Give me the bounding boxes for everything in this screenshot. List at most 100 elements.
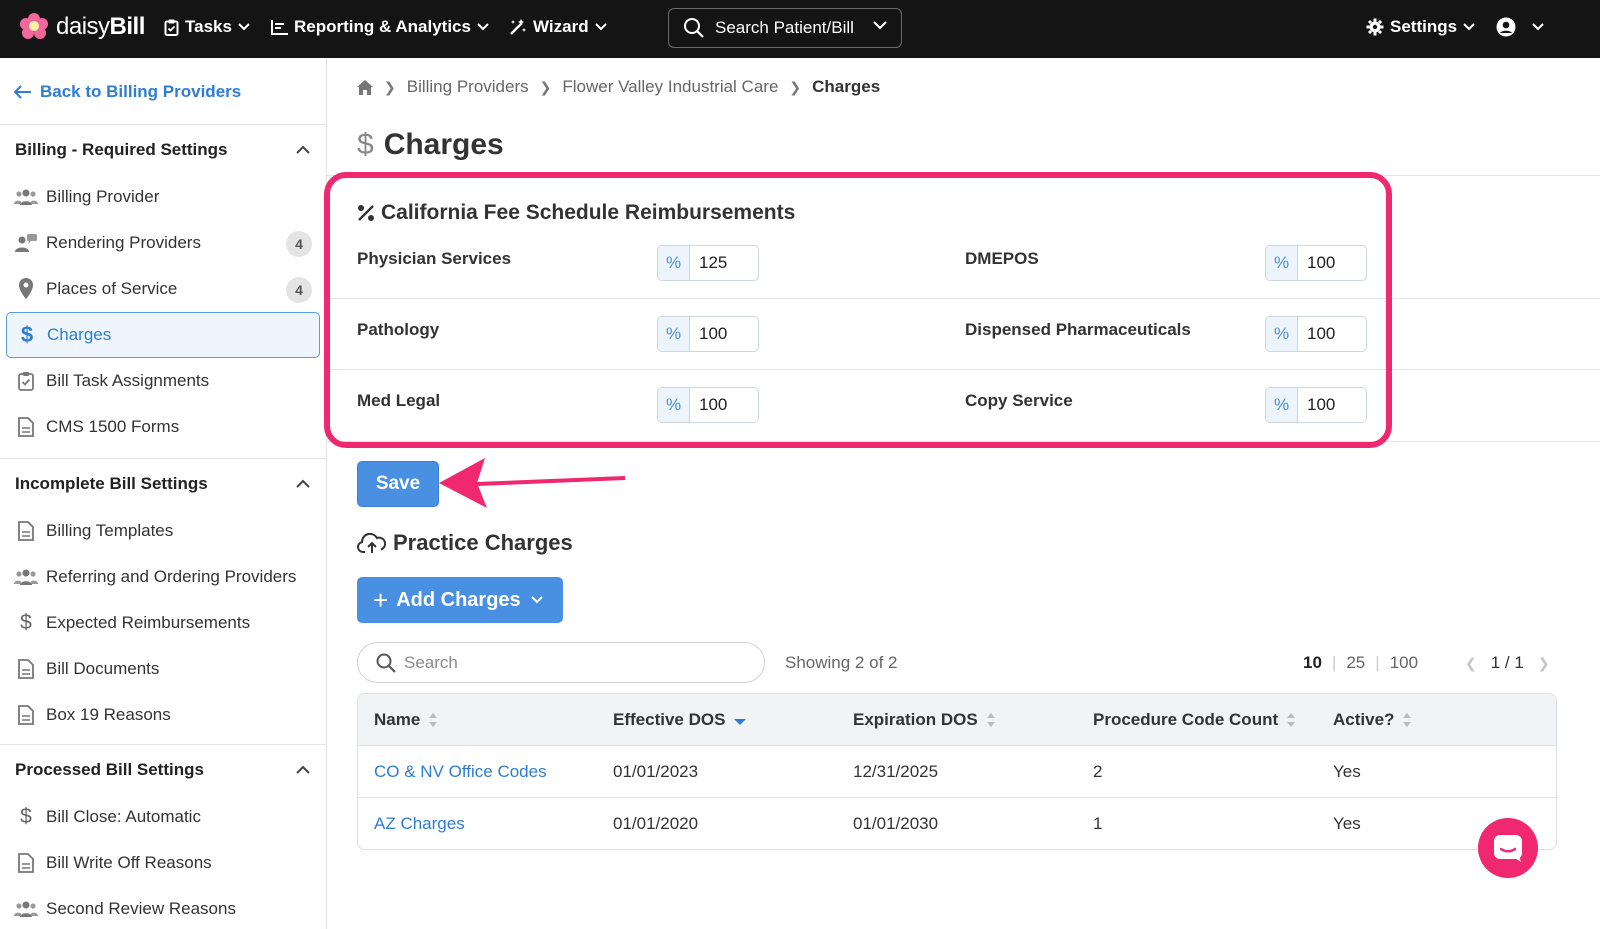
percent-addon: % [1266, 388, 1298, 422]
sidebar-item-charges[interactable]: $ Charges [6, 312, 320, 358]
table-row: CO & NV Office Codes 01/01/2023 12/31/20… [358, 746, 1556, 798]
chart-icon [271, 19, 288, 35]
nav-tasks[interactable]: Tasks [164, 17, 250, 37]
page-size-option[interactable]: 25 [1346, 653, 1365, 673]
sidebar-item-bill-close-automatic[interactable]: $ Bill Close: Automatic [0, 794, 326, 840]
arrow-left-icon [14, 85, 31, 99]
chat-launcher-button[interactable] [1478, 818, 1538, 878]
next-page-icon[interactable]: ❯ [1538, 655, 1550, 672]
nav-reporting-analytics[interactable]: Reporting & Analytics [271, 17, 489, 37]
section-header-billing-required[interactable]: Billing - Required Settings [0, 124, 326, 174]
showing-count: Showing 2 of 2 [785, 653, 898, 672]
input-value[interactable]: 100 [690, 388, 727, 422]
dollar-icon: $ [20, 322, 34, 347]
page-size-option[interactable]: 10 [1303, 653, 1322, 673]
input-value[interactable]: 125 [690, 246, 727, 280]
input-value[interactable]: 100 [1298, 246, 1335, 280]
sidebar-item-billing-templates[interactable]: Billing Templates [0, 508, 326, 554]
cloud-upload-icon [357, 532, 387, 553]
column-label: Active? [1333, 710, 1395, 729]
sidebar-item-expected-reimbursements[interactable]: $ Expected Reimbursements [0, 600, 326, 646]
med-legal-input[interactable]: % 100 [657, 387, 759, 423]
section-title: Incomplete Bill Settings [15, 473, 208, 493]
charges-table: Name Effective DOS Expiration DOS Proced… [357, 693, 1557, 850]
effective-dos-cell: 01/01/2023 [613, 762, 699, 781]
document-icon [14, 519, 38, 543]
sidebar-item-label: Referring and Ordering Providers [46, 567, 297, 586]
dispensed-pharmaceuticals-input[interactable]: % 100 [1265, 316, 1367, 352]
input-value[interactable]: 100 [1298, 388, 1335, 422]
column-header-name[interactable]: Name [374, 710, 438, 730]
physician-services-input[interactable]: % 125 [657, 245, 759, 281]
sidebar-item-bill-task-assignments[interactable]: Bill Task Assignments [0, 358, 326, 404]
home-icon[interactable] [357, 79, 373, 95]
search-icon [376, 653, 396, 673]
nav-settings[interactable]: Settings [1366, 17, 1475, 37]
patient-bill-search[interactable]: Search Patient/Bill [668, 8, 902, 48]
column-header-procedure-code-count[interactable]: Procedure Code Count [1093, 710, 1296, 730]
sidebar-item-second-review-reasons[interactable]: Second Review Reasons [0, 886, 326, 929]
sidebar-item-label: Bill Documents [46, 659, 160, 678]
back-to-billing-providers-link[interactable]: Back to Billing Providers [14, 82, 241, 102]
active-cell: Yes [1333, 814, 1361, 833]
chevron-down-icon [477, 23, 489, 31]
sidebar-item-rendering-providers[interactable]: Rendering Providers 4 [0, 220, 326, 266]
sort-icon [429, 713, 438, 727]
charges-search-input[interactable] [404, 652, 744, 673]
user-menu[interactable] [1496, 17, 1544, 37]
charges-search[interactable] [357, 642, 765, 683]
document-icon [14, 415, 38, 439]
sidebar-item-box-19-reasons[interactable]: Box 19 Reasons [0, 692, 326, 738]
column-header-active[interactable]: Active? [1333, 710, 1412, 730]
copy-service-input[interactable]: % 100 [1265, 387, 1367, 423]
fee-row: Pathology % 100 Dispensed Pharmaceutical… [327, 299, 1600, 370]
expiration-dos-cell: 01/01/2030 [853, 814, 939, 833]
sidebar-item-billing-provider[interactable]: Billing Provider [0, 174, 326, 220]
effective-dos-cell: 01/01/2020 [613, 814, 699, 833]
percent-addon: % [658, 246, 690, 280]
nav-wizard[interactable]: Wizard [509, 17, 607, 37]
fee-schedule-title: California Fee Schedule Reimbursements [357, 201, 795, 225]
sidebar-item-label: Billing Templates [46, 521, 174, 540]
breadcrumb-billing-providers[interactable]: Billing Providers [407, 77, 529, 97]
sidebar-item-bill-write-off-reasons[interactable]: Bill Write Off Reasons [0, 840, 326, 886]
input-value[interactable]: 100 [690, 317, 727, 351]
divider [327, 441, 1600, 442]
sidebar-item-label: Rendering Providers [46, 233, 201, 252]
input-value[interactable]: 100 [1298, 317, 1335, 351]
sidebar-item-label: Second Review Reasons [46, 899, 236, 918]
document-icon [14, 851, 38, 875]
nav-settings-label: Settings [1390, 17, 1458, 36]
breadcrumb-separator: ❯ [384, 78, 396, 95]
percent-addon: % [658, 388, 690, 422]
fee-label: Pathology [357, 320, 440, 339]
dmepos-input[interactable]: % 100 [1265, 245, 1367, 281]
divider: | [1375, 653, 1380, 672]
column-header-expiration-dos[interactable]: Expiration DOS [853, 710, 996, 730]
prev-page-icon[interactable]: ❮ [1465, 655, 1477, 672]
sidebar-item-bill-documents[interactable]: Bill Documents [0, 646, 326, 692]
add-charges-button[interactable]: + Add Charges [357, 577, 563, 623]
caret-down-icon [530, 596, 543, 604]
charge-name-link[interactable]: AZ Charges [374, 814, 465, 834]
document-icon [14, 703, 38, 727]
column-header-effective-dos[interactable]: Effective DOS [613, 710, 747, 730]
pathology-input[interactable]: % 100 [657, 316, 759, 352]
dollar-icon: $ [20, 611, 32, 634]
breadcrumb-provider[interactable]: Flower Valley Industrial Care [562, 77, 778, 97]
page-size-option[interactable]: 100 [1390, 653, 1418, 673]
sidebar-item-cms-1500-forms[interactable]: CMS 1500 Forms [0, 404, 326, 450]
section-header-processed-bill[interactable]: Processed Bill Settings [0, 744, 326, 794]
section-header-incomplete-bill[interactable]: Incomplete Bill Settings [0, 458, 326, 508]
sidebar-item-referring-ordering-providers[interactable]: Referring and Ordering Providers [0, 554, 326, 600]
fee-label: DMEPOS [965, 249, 1039, 268]
nav-reporting-label: Reporting & Analytics [294, 17, 471, 36]
breadcrumb-separator: ❯ [539, 78, 552, 95]
save-button[interactable]: Save [357, 461, 439, 507]
daisybill-logo[interactable]: daisyBill [20, 13, 145, 41]
percent-addon: % [658, 317, 690, 351]
sidebar-item-places-of-service[interactable]: Places of Service 4 [0, 266, 326, 312]
charge-name-link[interactable]: CO & NV Office Codes [374, 762, 547, 782]
column-label: Effective DOS [613, 710, 726, 729]
fee-label: Copy Service [965, 391, 1073, 410]
